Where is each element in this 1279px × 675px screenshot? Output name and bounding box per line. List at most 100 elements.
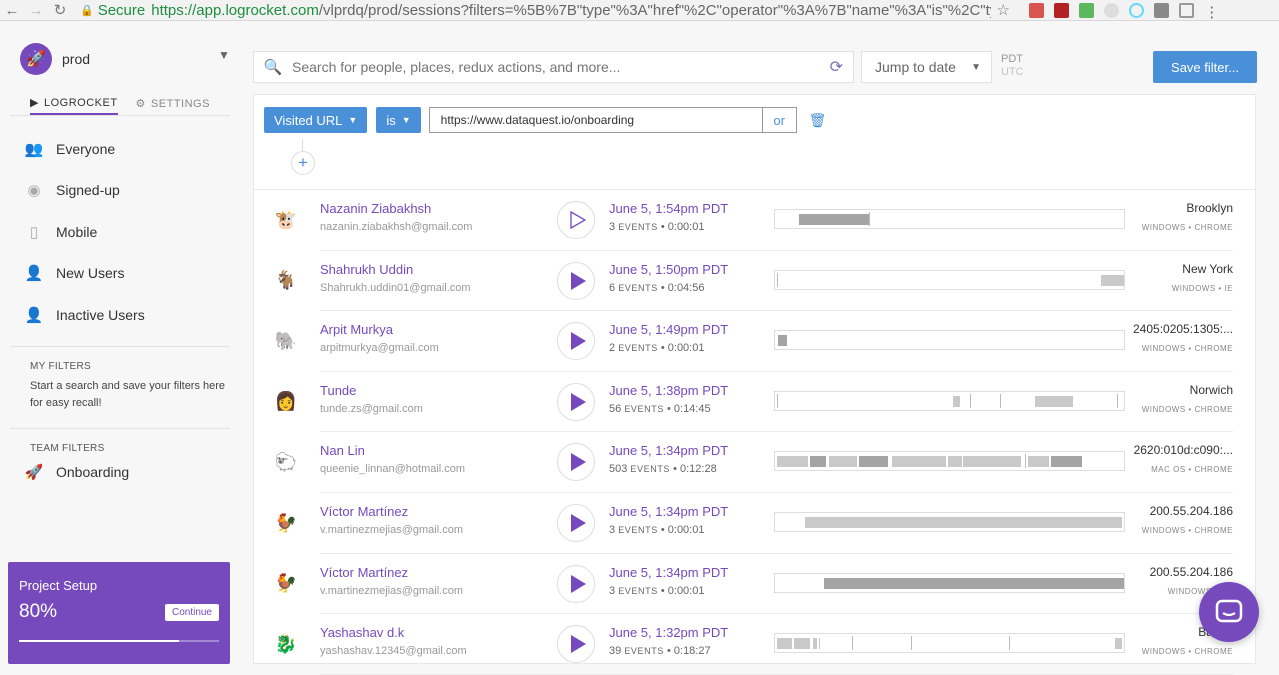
play-button[interactable]: [557, 504, 595, 542]
timeline-segment: [804, 517, 1123, 528]
extension-icon[interactable]: [1129, 2, 1145, 18]
session-duration: 0:00:01: [667, 342, 705, 355]
play-button[interactable]: [557, 443, 595, 482]
session-row[interactable]: 🐘 Arpit Murkya arpitmurkya@gmail.com Jun…: [254, 311, 1255, 372]
add-filter-button[interactable]: +: [291, 151, 315, 175]
play-button[interactable]: [557, 322, 595, 361]
avatar: 👩: [274, 391, 298, 412]
session-timeline[interactable]: [774, 330, 1125, 351]
play-button[interactable]: [557, 625, 595, 664]
session-row[interactable]: 🐓 Víctor Martínez v.martinezmejias@gmail…: [254, 554, 1255, 615]
session-date-link[interactable]: June 5, 1:34pm PDT: [609, 443, 728, 458]
session-timeline[interactable]: [774, 269, 1125, 290]
user-name-link[interactable]: Shahrukh Uddin: [320, 262, 413, 277]
user-name-link[interactable]: Víctor Martínez: [320, 504, 408, 519]
session-meta: 2 EVENTS • 0:00:01: [609, 342, 705, 355]
session-meta: 39 EVENTS • 0:18:27: [609, 645, 711, 658]
refresh-icon[interactable]: ⟳: [830, 57, 843, 77]
user-email: nazanin.ziabakhsh@gmail.com: [320, 221, 473, 233]
timeline-segment: [799, 214, 870, 225]
extension-icon[interactable]: [1079, 2, 1095, 18]
events-label: EVENTS: [618, 343, 658, 354]
trash-icon[interactable]: 🗑: [809, 112, 827, 129]
session-timeline[interactable]: [774, 512, 1125, 532]
play-button[interactable]: [557, 382, 595, 421]
events-label: EVENTS: [624, 646, 664, 657]
user-email: v.martinezmejias@gmail.com: [320, 524, 463, 536]
address-bar[interactable]: https://app.logrocket.com/vlprdq/prod/se…: [151, 2, 991, 19]
user-name-link[interactable]: Tunde: [320, 383, 356, 398]
session-row[interactable]: 🐮 Nazanin Ziabakhsh nazanin.ziabakhsh@gm…: [254, 190, 1255, 251]
session-timeline[interactable]: [774, 209, 1125, 229]
session-date-link[interactable]: June 5, 1:49pm PDT: [609, 322, 728, 337]
session-duration: 0:00:01: [667, 221, 705, 233]
filter-operator-dropdown[interactable]: is ▼: [376, 107, 421, 133]
session-date-link[interactable]: June 5, 1:50pm PDT: [609, 262, 728, 277]
sidebar-item-everyone[interactable]: 👥 Everyone: [0, 128, 240, 170]
session-row[interactable]: 🐑 Nan Lin queenie_linnan@hotmail.com Jun…: [254, 432, 1255, 493]
sidebar-item-new-users[interactable]: 👤 New Users: [0, 253, 240, 295]
user-name-link[interactable]: Yashashav d.k: [320, 625, 404, 640]
session-date-link[interactable]: June 5, 1:38pm PDT: [609, 383, 728, 398]
session-timeline[interactable]: [774, 633, 1125, 654]
extension-icon[interactable]: [1104, 2, 1120, 18]
session-timeline[interactable]: [774, 451, 1125, 472]
play-button[interactable]: [557, 261, 595, 300]
event-count: 503: [609, 463, 628, 476]
session-row[interactable]: 🐉 Yashashav d.k yashashav.12345@gmail.co…: [254, 614, 1255, 675]
session-timeline[interactable]: [774, 572, 1125, 593]
session-date-link[interactable]: June 5, 1:32pm PDT: [609, 625, 728, 640]
session-row[interactable]: 🐐 Shahrukh Uddin Shahrukh.uddin01@gmail.…: [254, 251, 1255, 312]
timeline-segment: [1050, 456, 1083, 468]
search-input[interactable]: [292, 59, 812, 75]
extension-icon[interactable]: [1054, 2, 1070, 18]
user-email: yashashav.12345@gmail.com: [320, 645, 467, 658]
continue-button[interactable]: Continue: [164, 604, 219, 621]
user-name-link[interactable]: Nan Lin: [320, 443, 365, 458]
session-date-link[interactable]: June 5, 1:34pm PDT: [609, 504, 728, 519]
timeline-tick: [776, 272, 778, 287]
sidebar-tabs: ▶ LOGROCKET ⚙ SETTINGS: [0, 96, 240, 115]
filter-value-input[interactable]: https://www.dataquest.io/onboarding: [428, 107, 763, 133]
extension-icon[interactable]: [1029, 2, 1045, 18]
avatar: 🐓: [274, 573, 298, 594]
timeline-segment: [794, 638, 810, 650]
back-icon[interactable]: ←: [0, 2, 24, 19]
user-name-link[interactable]: Nazanin Ziabakhsh: [320, 201, 431, 216]
secure-indicator[interactable]: 🔒 Secure: [80, 2, 145, 19]
play-button[interactable]: [557, 564, 595, 603]
forward-icon[interactable]: →: [24, 2, 48, 19]
sidebar-item-mobile[interactable]: ▯ Mobile: [0, 211, 240, 253]
chevron-down-icon[interactable]: ▼: [218, 48, 230, 62]
team-filter-onboarding[interactable]: 🚀 Onboarding: [0, 452, 240, 494]
session-date-link[interactable]: June 5, 1:54pm PDT: [609, 201, 728, 216]
jump-to-date-dropdown[interactable]: Jump to date ▼: [861, 51, 992, 83]
session-timeline[interactable]: [774, 390, 1125, 411]
sidebar-item-inactive-users[interactable]: 👤 Inactive Users: [0, 294, 240, 336]
session-row[interactable]: 🐓 Víctor Martínez v.martinezmejias@gmail…: [254, 493, 1255, 554]
session-date-link[interactable]: June 5, 1:34pm PDT: [609, 565, 728, 580]
or-button[interactable]: or: [762, 107, 797, 133]
tab-settings[interactable]: ⚙ SETTINGS: [136, 96, 210, 115]
session-location: Brooklyn: [1186, 201, 1233, 215]
play-button[interactable]: [557, 201, 595, 239]
menu-icon[interactable]: ⋮: [1204, 3, 1219, 21]
timeline-tick: [776, 393, 778, 408]
user-name-link[interactable]: Arpit Murkya: [320, 322, 393, 337]
session-row[interactable]: 👩 Tunde tunde.zs@gmail.com June 5, 1:38p…: [254, 372, 1255, 433]
star-icon[interactable]: ☆: [991, 1, 1015, 19]
play-outline-icon: [569, 211, 586, 229]
event-count: 3: [609, 221, 616, 233]
sidebar-item-signed-up[interactable]: ◉ Signed-up: [0, 170, 240, 212]
org-switcher[interactable]: 🚀 prod: [0, 22, 240, 80]
extension-icon[interactable]: [1179, 2, 1195, 18]
filter-field-dropdown[interactable]: Visited URL ▼: [264, 107, 368, 133]
reload-icon[interactable]: ↻: [48, 1, 72, 19]
timezone-toggle[interactable]: PDT UTC: [1001, 53, 1024, 79]
tab-logrocket[interactable]: ▶ LOGROCKET: [30, 96, 118, 115]
user-name-link[interactable]: Víctor Martínez: [320, 565, 408, 580]
session-duration: 0:14:45: [673, 402, 711, 415]
extension-icon[interactable]: [1154, 2, 1170, 18]
save-filter-button[interactable]: Save filter...: [1153, 51, 1257, 83]
chat-launcher-button[interactable]: [1199, 582, 1259, 642]
